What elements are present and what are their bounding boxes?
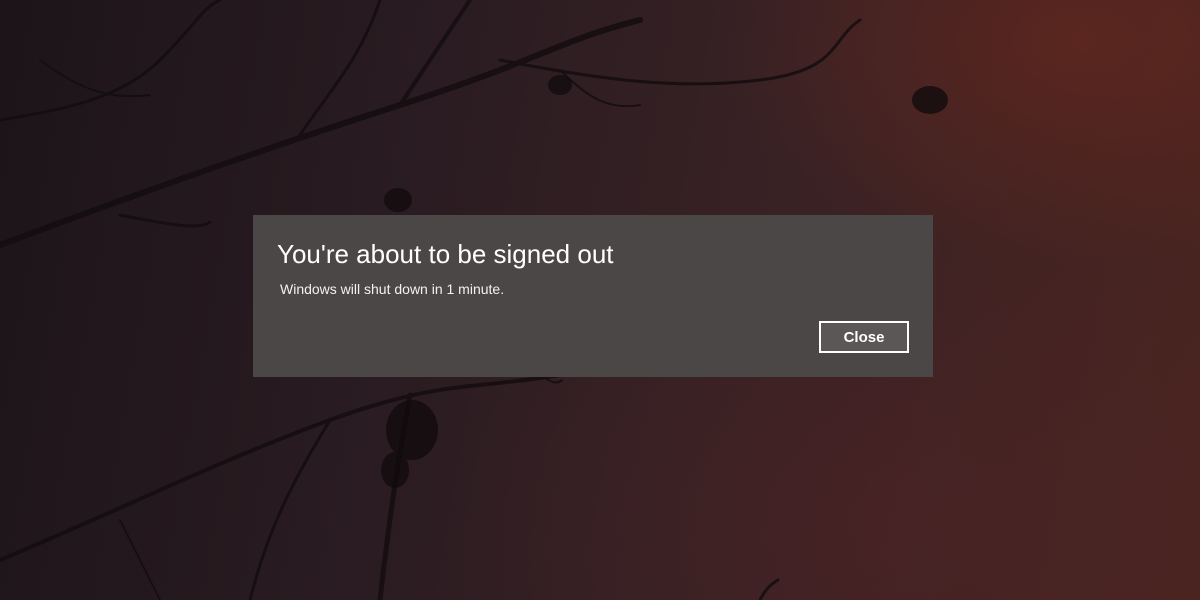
close-button[interactable]: Close (819, 321, 909, 353)
sign-out-dialog: You're about to be signed out Windows wi… (253, 215, 933, 377)
dialog-title: You're about to be signed out (277, 239, 614, 269)
dialog-message: Windows will shut down in 1 minute. (280, 281, 505, 297)
